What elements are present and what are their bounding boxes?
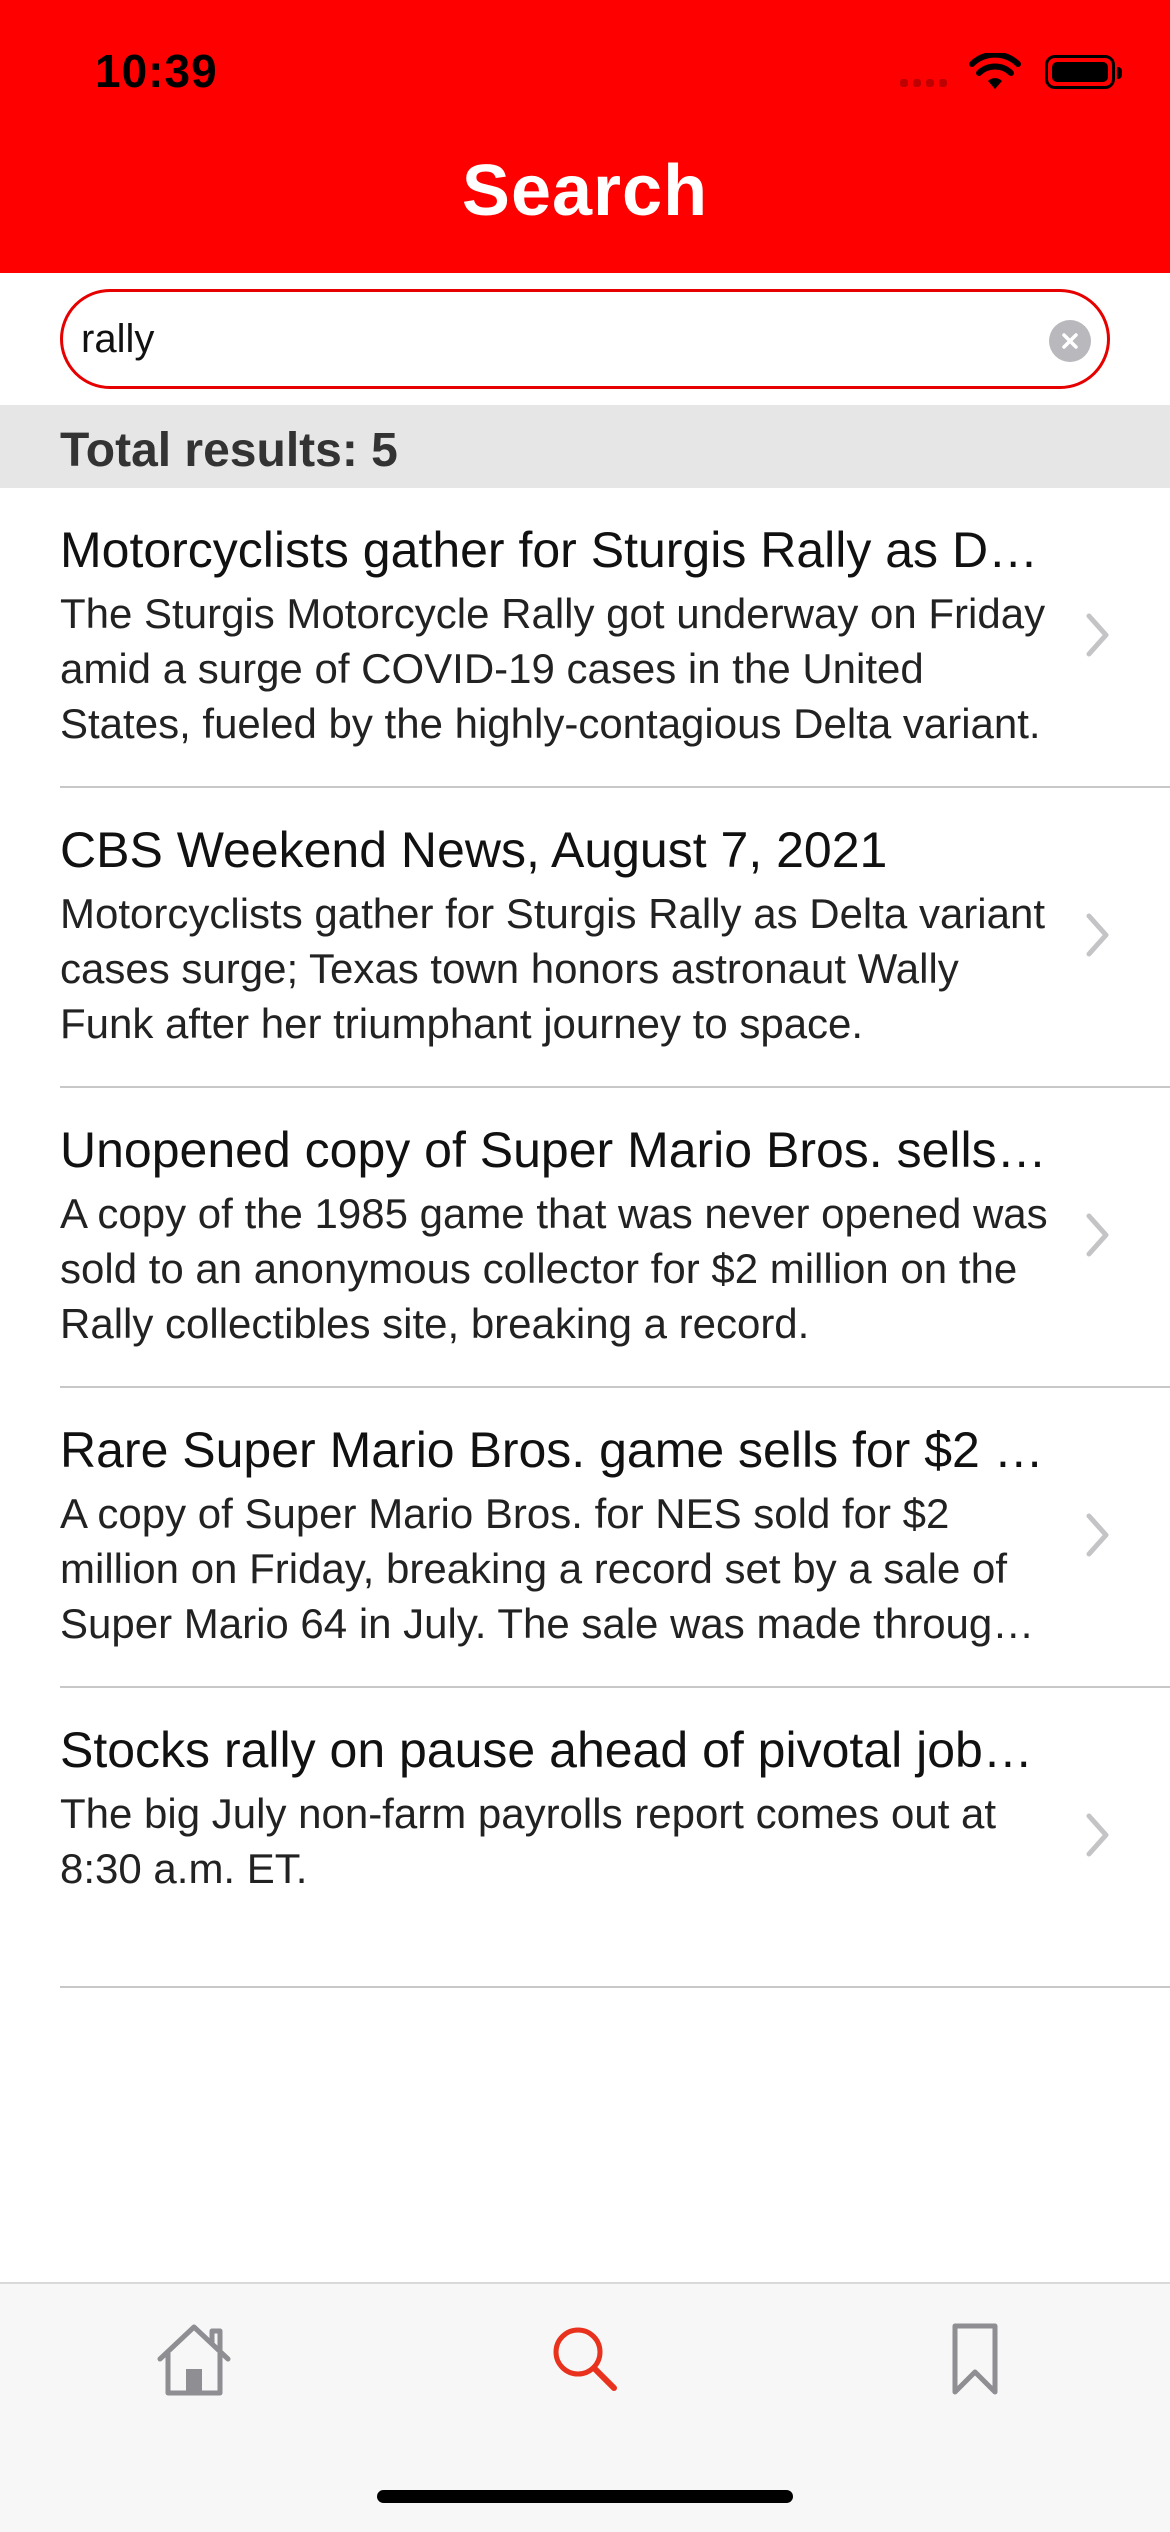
tab-home[interactable] [144,2314,244,2404]
cellular-signal-icon [900,57,947,87]
battery-icon [1045,55,1122,89]
bookmark-icon [952,2323,998,2395]
search-input[interactable] [81,306,1011,372]
item-description: A copy of Super Mario Bros. for NES sold… [60,1490,1016,1647]
status-icons [900,52,1122,92]
close-icon [1062,333,1078,349]
item-description: Motorcyclists gather for Sturgis Rally a… [60,890,1046,1047]
item-title: Unopened copy of Super Mario Bros. sells… [60,1122,1055,1178]
item-title: Motorcyclists gather for Sturgis Rally a… [60,522,1055,578]
item-description: The Sturgis Motorcycle Rally got underwa… [60,590,1046,747]
list-item[interactable]: Stocks rally on pause ahead of pivotal j… [0,1688,1170,1988]
results-list: Motorcyclists gather for Sturgis Rally a… [0,488,1170,1988]
item-title: Rare Super Mario Bros. game sells for $2… [60,1422,1055,1478]
status-time: 10:39 [95,45,218,97]
nav-header: 10:39 Search [0,0,1170,273]
clear-search-button[interactable] [1049,320,1091,362]
chevron-right-icon [1086,1513,1109,1557]
list-item[interactable]: Motorcyclists gather for Sturgis Rally a… [0,488,1170,788]
list-item[interactable]: Unopened copy of Super Mario Bros. sells… [0,1088,1170,1388]
search-bar [0,273,1170,405]
item-description: The big July non-farm payrolls report co… [60,1790,997,1892]
wifi-icon [969,53,1021,89]
chevron-right-icon [1086,613,1109,657]
item-title: Stocks rally on pause ahead of pivotal j… [60,1722,1055,1778]
tab-search[interactable] [535,2314,635,2404]
chevron-right-icon [1086,1213,1109,1257]
search-field[interactable] [60,289,1110,389]
results-count-bar: Total results: 5 [0,405,1170,488]
chevron-right-icon [1086,1813,1109,1857]
page-title: Search [461,151,709,231]
divider [60,1986,1170,1988]
search-icon [553,2327,617,2391]
list-item[interactable]: CBS Weekend News, August 7, 2021 Motorcy… [0,788,1170,1088]
item-description: A copy of the 1985 game that was never o… [60,1190,1048,1347]
home-icon [157,2324,231,2396]
chevron-right-icon [1086,913,1109,957]
item-title: CBS Weekend News, August 7, 2021 [60,822,888,878]
results-count: Total results: 5 [60,424,398,477]
home-indicator[interactable] [377,2490,793,2503]
tab-bookmarks[interactable] [925,2314,1025,2404]
list-item[interactable]: Rare Super Mario Bros. game sells for $2… [0,1388,1170,1688]
